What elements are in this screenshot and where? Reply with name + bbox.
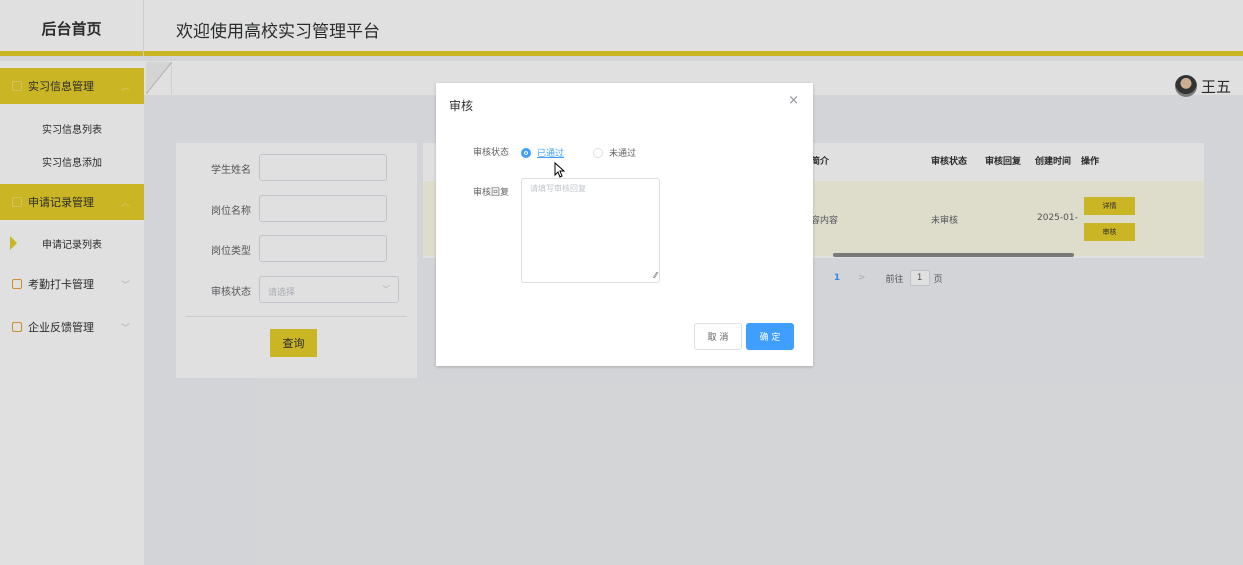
dialog-title: 审核 <box>449 99 474 113</box>
review-dialog: 审核 × 审核状态 已通过 未通过 审核回复 请填写审核回复 ⁄⁄ 取 消 确 … <box>436 83 813 366</box>
confirm-button[interactable]: 确 定 <box>746 323 794 350</box>
review-reply-label: 审核回复 <box>473 188 510 198</box>
radio-passed-label: 已通过 <box>537 149 565 159</box>
radio-failed[interactable]: 未通过 <box>593 146 636 159</box>
resize-handle-icon[interactable]: ⁄⁄ <box>654 271 657 280</box>
mouse-pointer-icon <box>554 162 566 178</box>
radio-checked-icon <box>521 147 531 158</box>
close-icon[interactable]: × <box>788 93 799 108</box>
review-status-label: 审核状态 <box>473 148 510 158</box>
radio-passed[interactable]: 已通过 <box>521 146 564 159</box>
review-reply-placeholder: 请填写审核回复 <box>530 184 586 193</box>
radio-unchecked-icon <box>593 147 603 158</box>
cancel-button[interactable]: 取 消 <box>694 323 742 350</box>
review-reply-textarea[interactable]: 请填写审核回复 ⁄⁄ <box>521 178 660 283</box>
radio-failed-label: 未通过 <box>609 149 637 159</box>
